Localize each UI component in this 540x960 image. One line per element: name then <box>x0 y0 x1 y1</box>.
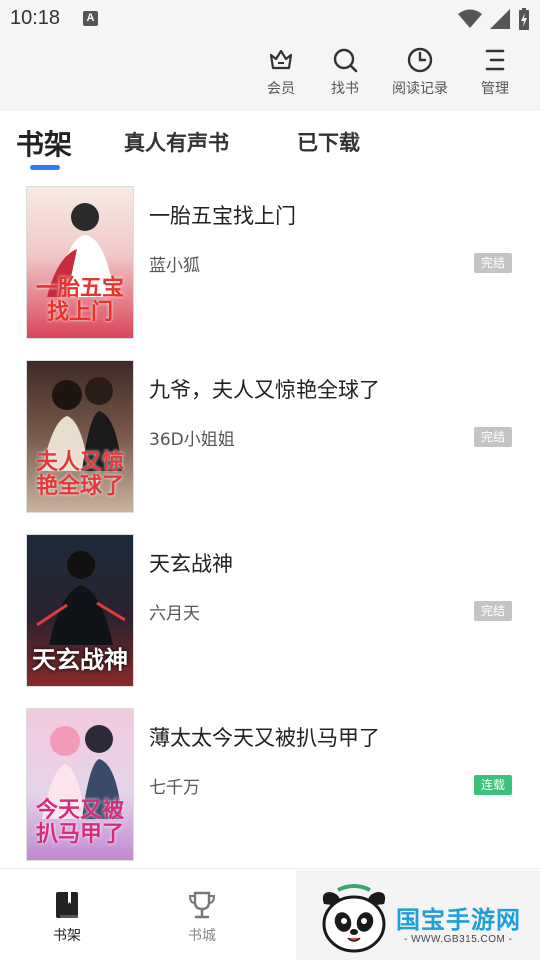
clock-icon <box>407 47 433 73</box>
panda-logo-icon <box>322 884 386 953</box>
book-item[interactable]: 一胎五宝找上门 一胎五宝找上门 蓝小狐 完结 <box>0 186 540 356</box>
nav-label-bookstore: 书城 <box>188 928 216 944</box>
nav-label-bookshelf: 书架 <box>53 928 81 944</box>
find-book-label: 找书 <box>331 80 359 96</box>
book-title: 九爷，夫人又惊艳全球了 <box>149 378 380 402</box>
member-label: 会员 <box>267 80 295 96</box>
tab-audiobooks[interactable]: 真人有声书 <box>124 127 229 157</box>
tab-bookshelf[interactable]: 书架 <box>16 123 72 163</box>
nav-item-bookshelf[interactable]: 书架 <box>37 889 97 945</box>
shelf-tabs: 书架 真人有声书 已下载 <box>0 111 540 173</box>
manage-label: 管理 <box>481 80 509 96</box>
member-button[interactable]: 会员 <box>246 46 316 98</box>
book-author: 六月天 <box>149 604 200 624</box>
trophy-icon <box>188 891 216 919</box>
top-toolbar: 会员 找书 阅读记录 管理 <box>0 38 540 111</box>
tab-downloaded[interactable]: 已下载 <box>297 127 360 157</box>
book-item[interactable]: 夫人又惊艳全球了 九爷，夫人又惊艳全球了 36D小姐姐 完结 <box>0 360 540 530</box>
cover-title: 夫人又惊艳全球了 <box>35 449 124 499</box>
manage-button[interactable]: 管理 <box>460 46 530 98</box>
cover-title: 一胎五宝找上门 <box>35 275 124 325</box>
book-author: 36D小姐姐 <box>149 430 235 450</box>
book-title: 薄太太今天又被扒马甲了 <box>149 726 380 750</box>
book-cover[interactable]: 天玄战神 <box>26 534 134 687</box>
cover-illustration <box>36 551 126 645</box>
status-time: 10:18 <box>10 7 61 29</box>
status-icons <box>458 8 530 30</box>
signal-icon <box>490 9 510 29</box>
book-item[interactable]: 天玄战神 天玄战神 六月天 完结 <box>0 534 540 704</box>
book-author: 蓝小狐 <box>149 256 200 276</box>
nav-item-bookstore[interactable]: 书城 <box>172 889 232 945</box>
book-title: 一胎五宝找上门 <box>149 204 296 228</box>
status-badge: 完结 <box>474 253 513 273</box>
battery-charging-icon <box>519 8 529 30</box>
status-badge: 完结 <box>474 427 513 447</box>
crown-icon <box>269 49 293 70</box>
cover-title: 天玄战神 <box>32 645 128 674</box>
bookshelf-icon <box>56 892 78 918</box>
book-item[interactable]: 今天又被扒马甲了 薄太太今天又被扒马甲了 七千万 连载 <box>0 708 540 878</box>
book-cover[interactable]: 今天又被扒马甲了 <box>26 708 134 861</box>
watermark-url: - WWW.GB315.COM - <box>404 934 513 945</box>
book-cover[interactable]: 夫人又惊艳全球了 <box>26 360 134 513</box>
watermark: 国宝手游网 - WWW.GB315.COM - <box>296 870 540 960</box>
watermark-text: 国宝手游网 <box>396 906 521 934</box>
book-title: 天玄战神 <box>149 552 233 576</box>
status-badge: 完结 <box>474 601 513 621</box>
book-cover[interactable]: 一胎五宝找上门 <box>26 186 134 339</box>
cover-title: 今天又被扒马甲了 <box>35 797 124 847</box>
reading-history-button[interactable]: 阅读记录 <box>385 46 455 98</box>
reading-history-label: 阅读记录 <box>392 80 448 96</box>
find-book-button[interactable]: 找书 <box>310 46 380 98</box>
book-author: 七千万 <box>149 778 200 798</box>
status-bar: 10:18 A <box>0 0 540 38</box>
wifi-icon <box>458 9 482 28</box>
notification-icon: A <box>83 11 98 26</box>
search-icon <box>333 48 358 73</box>
tab-indicator <box>30 165 60 170</box>
status-badge: 连载 <box>474 775 513 795</box>
menu-icon <box>485 49 505 71</box>
